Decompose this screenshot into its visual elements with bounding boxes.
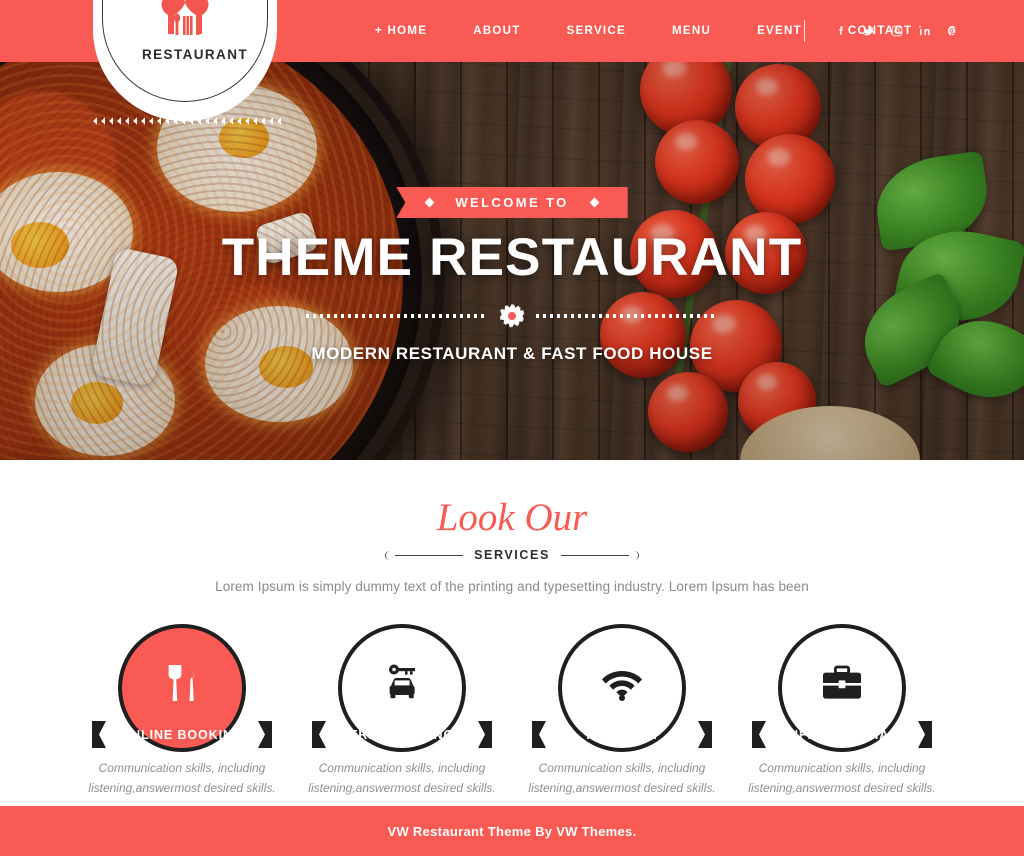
hero-title: THEME RESTAURANT: [221, 228, 803, 287]
briefcase-icon: [819, 660, 865, 706]
service-label: FREE WIFI: [586, 727, 658, 742]
logo-text: RESTAURANT: [142, 47, 248, 62]
heading-rule-left: [385, 550, 464, 560]
service-text: Communication skills, including listenin…: [528, 761, 716, 795]
pinterest-icon[interactable]: [942, 21, 963, 42]
site-footer: VW Restaurant Theme By VW Themes.: [0, 797, 1024, 856]
service-label: CONFERENCE HALLS: [768, 727, 916, 742]
dotted-line-left: [306, 313, 488, 318]
wifi-icon: [599, 660, 645, 706]
header-divider: [804, 20, 805, 42]
service-badge: FREE PARKING: [312, 624, 492, 752]
chef-hat-heart-utensils-icon: [161, 0, 209, 35]
hero-caption: WELCOME TO THEME RESTAURANT MODERN RESTA…: [0, 187, 1024, 364]
service-label: ONLINE BOOKING: [120, 727, 244, 742]
service-text: Communication skills, including listenin…: [88, 761, 276, 795]
nav-item-menu[interactable]: MENU: [649, 25, 734, 37]
diamond-icon: [589, 197, 600, 208]
diamond-icon: [424, 197, 435, 208]
service-badge: ONLINE BOOKING: [92, 624, 272, 752]
facebook-icon[interactable]: [830, 21, 851, 42]
twitter-icon[interactable]: [858, 21, 879, 42]
nav-item-about[interactable]: ABOUT: [450, 25, 543, 37]
starburst-icon: [500, 304, 524, 328]
service-text: Communication skills, including listenin…: [308, 761, 496, 795]
service-badge: FREE WIFI: [532, 624, 712, 752]
welcome-ribbon: WELCOME TO: [396, 187, 628, 218]
hero-subtitle: MODERN RESTAURANT & FAST FOOD HOUSE: [311, 343, 713, 363]
nav-item-event[interactable]: EVENT: [734, 25, 825, 37]
service-card-conference-halls[interactable]: CONFERENCE HALLS Communication skills, i…: [732, 624, 952, 799]
hero-divider: [0, 304, 1024, 328]
services-script-heading: Look Our: [436, 496, 588, 539]
site-header: + HOME ABOUT SERVICE MENU EVENT CONTACT: [0, 0, 1024, 125]
page-root: + HOME ABOUT SERVICE MENU EVENT CONTACT: [0, 0, 1024, 856]
service-label: FREE PARKING: [349, 727, 455, 742]
footer-credit: VW Restaurant Theme By VW Themes.: [387, 823, 637, 839]
services-subheading: SERVICES: [474, 548, 550, 562]
site-logo[interactable]: RESTAURANT: [89, 0, 281, 125]
instagram-icon[interactable]: [886, 21, 907, 42]
nav-item-service[interactable]: SERVICE: [544, 25, 649, 37]
linkedin-icon[interactable]: [914, 21, 935, 42]
service-card-free-wifi[interactable]: FREE WIFI Communication skills, includin…: [512, 624, 732, 799]
welcome-label: WELCOME TO: [455, 195, 569, 210]
dotted-line-right: [536, 313, 718, 318]
car-key-icon: [379, 660, 425, 706]
nav-item-home[interactable]: + HOME: [352, 25, 450, 37]
services-subheading-row: SERVICES: [0, 548, 1024, 562]
heading-rule-right: [560, 550, 639, 560]
services-description: Lorem Ipsum is simply dummy text of the …: [215, 579, 809, 594]
services-section: Look Our SERVICES Lorem Ipsum is simply …: [0, 460, 1024, 805]
service-card-free-parking[interactable]: FREE PARKING Communication skills, inclu…: [292, 624, 512, 799]
services-card-list: ONLINE BOOKING Communication skills, inc…: [0, 624, 1024, 799]
social-links: [830, 0, 963, 62]
service-badge: CONFERENCE HALLS: [752, 624, 932, 752]
service-text: Communication skills, including listenin…: [748, 761, 936, 795]
fork-knife-icon: [159, 660, 205, 706]
service-card-online-booking[interactable]: ONLINE BOOKING Communication skills, inc…: [72, 624, 292, 799]
hero-zigzag-edge: [0, 449, 1024, 460]
